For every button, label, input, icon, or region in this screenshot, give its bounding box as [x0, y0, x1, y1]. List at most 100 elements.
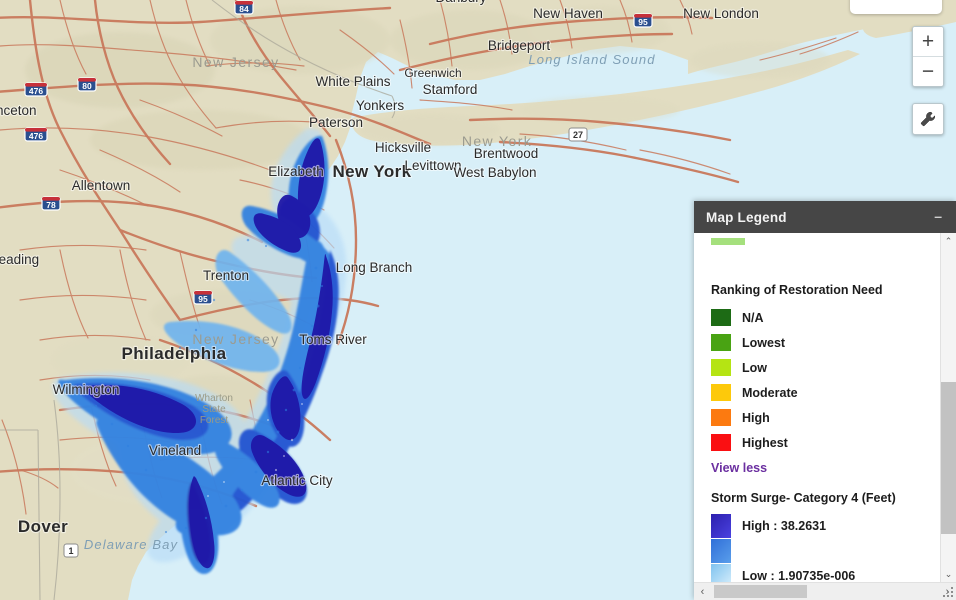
legend-vertical-scrollbar[interactable]: ⌃ ⌄	[940, 233, 956, 582]
legend-swatch	[711, 384, 731, 401]
legend-item	[711, 538, 940, 563]
highway-shield: 78	[41, 196, 61, 211]
city-label: Elizabeth	[268, 164, 324, 179]
city-label: Yonkers	[356, 98, 405, 113]
city-label: Hicksville	[375, 140, 431, 155]
wrench-icon	[920, 112, 935, 127]
city-label: Philadelphia	[122, 344, 227, 363]
water-label: Delaware Bay	[84, 537, 179, 552]
legend-view-toggle-link[interactable]: View less	[711, 461, 767, 475]
legend-item-label: High	[742, 410, 770, 425]
city-label: Wilmington	[53, 382, 120, 397]
highway-shield: 84	[234, 0, 254, 15]
legend-resize-grip[interactable]	[943, 587, 954, 598]
city-label: Dover	[18, 517, 68, 536]
map-legend-panel[interactable]: Map Legend – Ranking of Restoration Need…	[694, 201, 956, 600]
city-label: West Babylon	[453, 165, 536, 180]
legend-horizontal-scrollbar[interactable]: ‹ ›	[694, 582, 956, 600]
park-label: Forest	[200, 415, 229, 426]
city-label: Allentown	[72, 178, 131, 193]
legend-item: Highest	[711, 430, 940, 455]
scroll-left-arrow-icon[interactable]: ‹	[694, 586, 711, 598]
shield-label: 476	[29, 86, 43, 96]
shield-label: 476	[29, 131, 43, 141]
city-label: New Haven	[533, 6, 603, 21]
hscroll-thumb[interactable]	[714, 585, 808, 598]
shield-label: 78	[46, 200, 56, 210]
vscroll-thumb[interactable]	[941, 382, 956, 535]
clipped-legend-swatch	[711, 238, 745, 245]
city-label: Brentwood	[474, 146, 539, 161]
legend-swatch	[711, 538, 731, 563]
city-label: Reading	[0, 252, 39, 267]
legend-item: N/A	[711, 305, 940, 330]
shield-label: 95	[198, 294, 208, 304]
state-label: New Jersey	[192, 54, 279, 70]
legend-swatch	[711, 309, 731, 326]
grip-dot	[951, 595, 953, 597]
legend-item-label: Highest	[742, 435, 788, 450]
city-label: Paterson	[309, 115, 363, 130]
city-label: Atlantic City	[261, 473, 333, 488]
city-label: Stamford	[423, 82, 478, 97]
shield-label: 80	[82, 81, 92, 91]
city-label: White Plains	[315, 74, 390, 89]
shield-label: 95	[638, 17, 648, 27]
legend-swatch	[711, 563, 731, 582]
legend-minimize-button[interactable]: –	[934, 209, 942, 223]
legend-item-label: Low	[742, 360, 767, 375]
city-label: Long Branch	[336, 260, 413, 275]
highway-shield: 476	[24, 127, 48, 142]
legend-item: Lowest	[711, 330, 940, 355]
zoom-in-button[interactable]: +	[913, 27, 943, 57]
shield-label: 84	[239, 4, 249, 14]
shield-label: 1	[68, 546, 73, 556]
legend-item: Moderate	[711, 380, 940, 405]
zoom-controls: + −	[912, 26, 944, 87]
legend-item-label: Low : 1.90735e-006	[742, 568, 856, 583]
highway-shield: 476	[24, 82, 48, 97]
highway-shield: 95	[193, 290, 213, 305]
legend-swatch	[711, 359, 731, 376]
water-label: Long Island Sound	[528, 52, 655, 67]
legend-swatch	[711, 409, 731, 426]
grip-dot	[943, 595, 945, 597]
scroll-up-arrow-icon[interactable]: ⌃	[941, 233, 956, 249]
legend-header[interactable]: Map Legend –	[694, 201, 956, 233]
highway-shield: 80	[77, 77, 97, 92]
city-label: New London	[683, 6, 759, 21]
city-label: Danbury	[435, 0, 486, 5]
legend-title: Map Legend	[706, 209, 787, 225]
shield-label: 27	[573, 130, 583, 140]
grip-dot	[951, 591, 953, 593]
city-label: Bridgeport	[488, 38, 551, 53]
legend-item: High	[711, 405, 940, 430]
grip-dot	[947, 595, 949, 597]
city-label: Trenton	[203, 268, 249, 283]
zoom-out-button[interactable]: −	[913, 57, 943, 86]
city-label: New York	[332, 162, 411, 181]
legend-scroll-content: Ranking of Restoration Need N/A Lowest Low M…	[694, 233, 940, 582]
scroll-down-arrow-icon[interactable]: ⌄	[941, 566, 956, 582]
legend-swatch	[711, 513, 731, 538]
grip-dot	[947, 591, 949, 593]
legend-item-label: N/A	[742, 310, 764, 325]
legend-item: Low	[711, 355, 940, 380]
city-label: Greenwich	[404, 66, 461, 80]
legend-item-label: Moderate	[742, 385, 798, 400]
park-label: Wharton	[195, 393, 233, 404]
legend-item: Low : 1.90735e-006	[711, 563, 940, 582]
park-label: State	[202, 404, 226, 415]
city-label: Toms River	[299, 332, 367, 347]
city-label: Vineland	[149, 443, 201, 458]
legend-item-label: Lowest	[742, 335, 786, 350]
top-overlay-panel[interactable]	[850, 0, 942, 14]
legend-item: High : 38.2631	[711, 513, 940, 538]
hscroll-track[interactable]	[711, 583, 939, 600]
map-tools-button[interactable]	[912, 103, 944, 135]
vscroll-track[interactable]	[941, 249, 956, 566]
highway-shield: 1	[63, 543, 79, 558]
city-label: Princeton	[0, 103, 37, 118]
legend-swatch	[711, 334, 731, 351]
legend-swatch	[711, 434, 731, 451]
